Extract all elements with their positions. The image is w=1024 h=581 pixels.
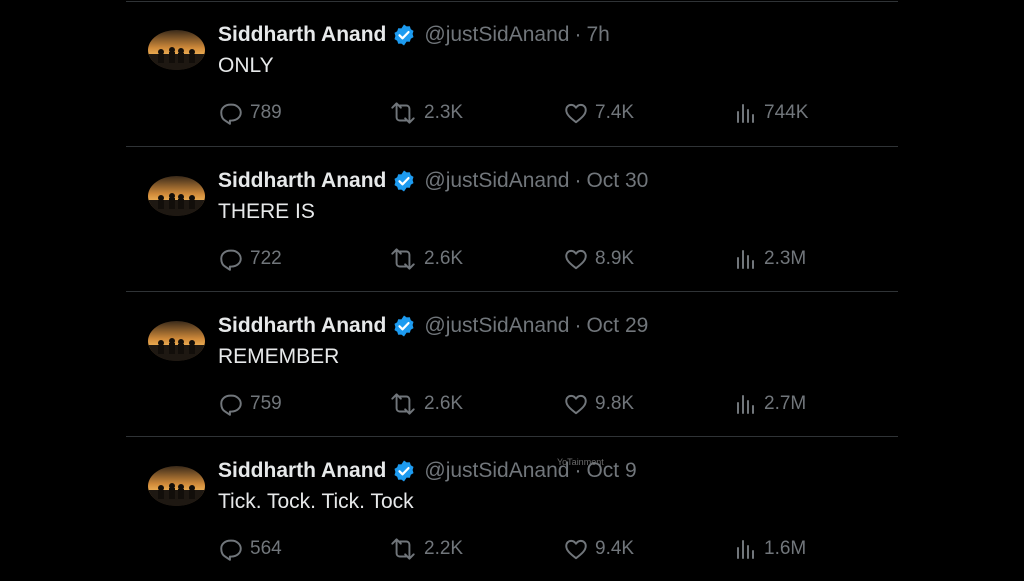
- tweet-text: ONLY: [218, 54, 274, 77]
- separator: ·: [574, 314, 582, 337]
- tweet-text: REMEMBER: [218, 345, 340, 368]
- retweet-icon: [391, 102, 415, 124]
- reply-button[interactable]: 564: [218, 534, 282, 564]
- like-count: 9.4K: [595, 538, 635, 559]
- heart-icon: [565, 539, 587, 560]
- views-button[interactable]: 2.3M: [734, 244, 806, 274]
- retweet-count: 2.6K: [424, 393, 464, 414]
- heart-icon: [565, 249, 587, 270]
- reply-count: 722: [250, 248, 282, 269]
- tweet[interactable]: Siddharth Anand @justSidAnand · Oct 30 T…: [126, 146, 898, 291]
- tweet-feed: Siddharth Anand @justSidAnand · 7h ONLY …: [126, 0, 898, 576]
- reply-count: 789: [250, 102, 282, 123]
- like-button[interactable]: 9.8K: [563, 389, 634, 419]
- views-button[interactable]: 2.7M: [734, 389, 806, 419]
- verified-badge-icon: [392, 459, 416, 483]
- display-name[interactable]: Siddharth Anand: [218, 23, 386, 47]
- user-handle[interactable]: @justSidAnand: [424, 314, 569, 338]
- avatar[interactable]: [148, 176, 205, 216]
- reply-button[interactable]: 722: [218, 244, 282, 274]
- display-name[interactable]: Siddharth Anand: [218, 169, 386, 193]
- tweet-header: Siddharth Anand @justSidAnand · Oct 29: [218, 311, 648, 341]
- view-count: 1.6M: [764, 538, 807, 559]
- heart-icon: [565, 394, 587, 415]
- retweet-icon: [391, 248, 415, 270]
- views-icon: [737, 395, 754, 414]
- heart-icon: [565, 103, 587, 124]
- verified-badge-icon: [392, 23, 416, 47]
- retweet-count: 2.2K: [424, 538, 464, 559]
- tweet[interactable]: Siddharth Anand @justSidAnand · Oct 9 Ti…: [126, 436, 898, 581]
- retweet-button[interactable]: 2.6K: [388, 244, 463, 274]
- timestamp[interactable]: 7h: [586, 23, 609, 47]
- retweet-button[interactable]: 2.6K: [388, 389, 463, 419]
- avatar[interactable]: [148, 321, 205, 361]
- tweet-text: THERE IS: [218, 200, 315, 223]
- view-count: 2.7M: [764, 393, 807, 414]
- verified-badge-icon: [392, 169, 416, 193]
- reply-icon: [220, 539, 242, 561]
- like-count: 9.8K: [595, 393, 635, 414]
- like-button[interactable]: 9.4K: [563, 534, 634, 564]
- timestamp[interactable]: Oct 30: [586, 169, 648, 193]
- verified-badge-icon: [392, 314, 416, 338]
- separator: ·: [574, 23, 582, 46]
- retweet-button[interactable]: 2.2K: [388, 534, 463, 564]
- tweet-header: Siddharth Anand @justSidAnand · 7h: [218, 20, 610, 50]
- views-icon: [737, 104, 754, 123]
- tweet[interactable]: Siddharth Anand @justSidAnand · Oct 29 R…: [126, 291, 898, 436]
- tweet-actions: 789 2.3K 7.4K 744K: [218, 98, 818, 128]
- view-count: 744K: [764, 102, 809, 123]
- retweet-icon: [391, 393, 415, 415]
- views-button[interactable]: 744K: [734, 98, 808, 128]
- watermark: YoTainment: [557, 457, 604, 467]
- reply-count: 759: [250, 393, 282, 414]
- views-icon: [737, 250, 754, 269]
- tweet-actions: 564 2.2K 9.4K 1.6M: [218, 534, 818, 564]
- retweet-icon: [391, 538, 415, 560]
- reply-button[interactable]: 759: [218, 389, 282, 419]
- avatar[interactable]: [148, 466, 205, 506]
- reply-button[interactable]: 789: [218, 98, 282, 128]
- user-handle[interactable]: @justSidAnand: [424, 23, 569, 47]
- tweet-actions: 722 2.6K 8.9K 2.3M: [218, 244, 818, 274]
- views-button[interactable]: 1.6M: [734, 534, 806, 564]
- reply-icon: [220, 394, 242, 416]
- user-handle[interactable]: @justSidAnand: [424, 459, 569, 483]
- retweet-count: 2.6K: [424, 248, 464, 269]
- tweet-actions: 759 2.6K 9.8K 2.7M: [218, 389, 818, 419]
- view-count: 2.3M: [764, 248, 807, 269]
- like-count: 8.9K: [595, 248, 635, 269]
- retweet-button[interactable]: 2.3K: [388, 98, 463, 128]
- like-count: 7.4K: [595, 102, 635, 123]
- tweet-header: Siddharth Anand @justSidAnand · Oct 30: [218, 166, 648, 196]
- retweet-count: 2.3K: [424, 102, 464, 123]
- separator: ·: [574, 169, 582, 192]
- views-icon: [737, 540, 754, 559]
- tweet-text: Tick. Tock. Tick. Tock: [218, 490, 414, 513]
- tweet[interactable]: Siddharth Anand @justSidAnand · 7h ONLY …: [126, 0, 898, 145]
- avatar[interactable]: [148, 30, 205, 70]
- user-handle[interactable]: @justSidAnand: [424, 169, 569, 193]
- display-name[interactable]: Siddharth Anand: [218, 459, 386, 483]
- like-button[interactable]: 7.4K: [563, 98, 634, 128]
- display-name[interactable]: Siddharth Anand: [218, 314, 386, 338]
- like-button[interactable]: 8.9K: [563, 244, 634, 274]
- reply-icon: [220, 249, 242, 271]
- reply-count: 564: [250, 538, 282, 559]
- timestamp[interactable]: Oct 29: [586, 314, 648, 338]
- reply-icon: [220, 103, 242, 125]
